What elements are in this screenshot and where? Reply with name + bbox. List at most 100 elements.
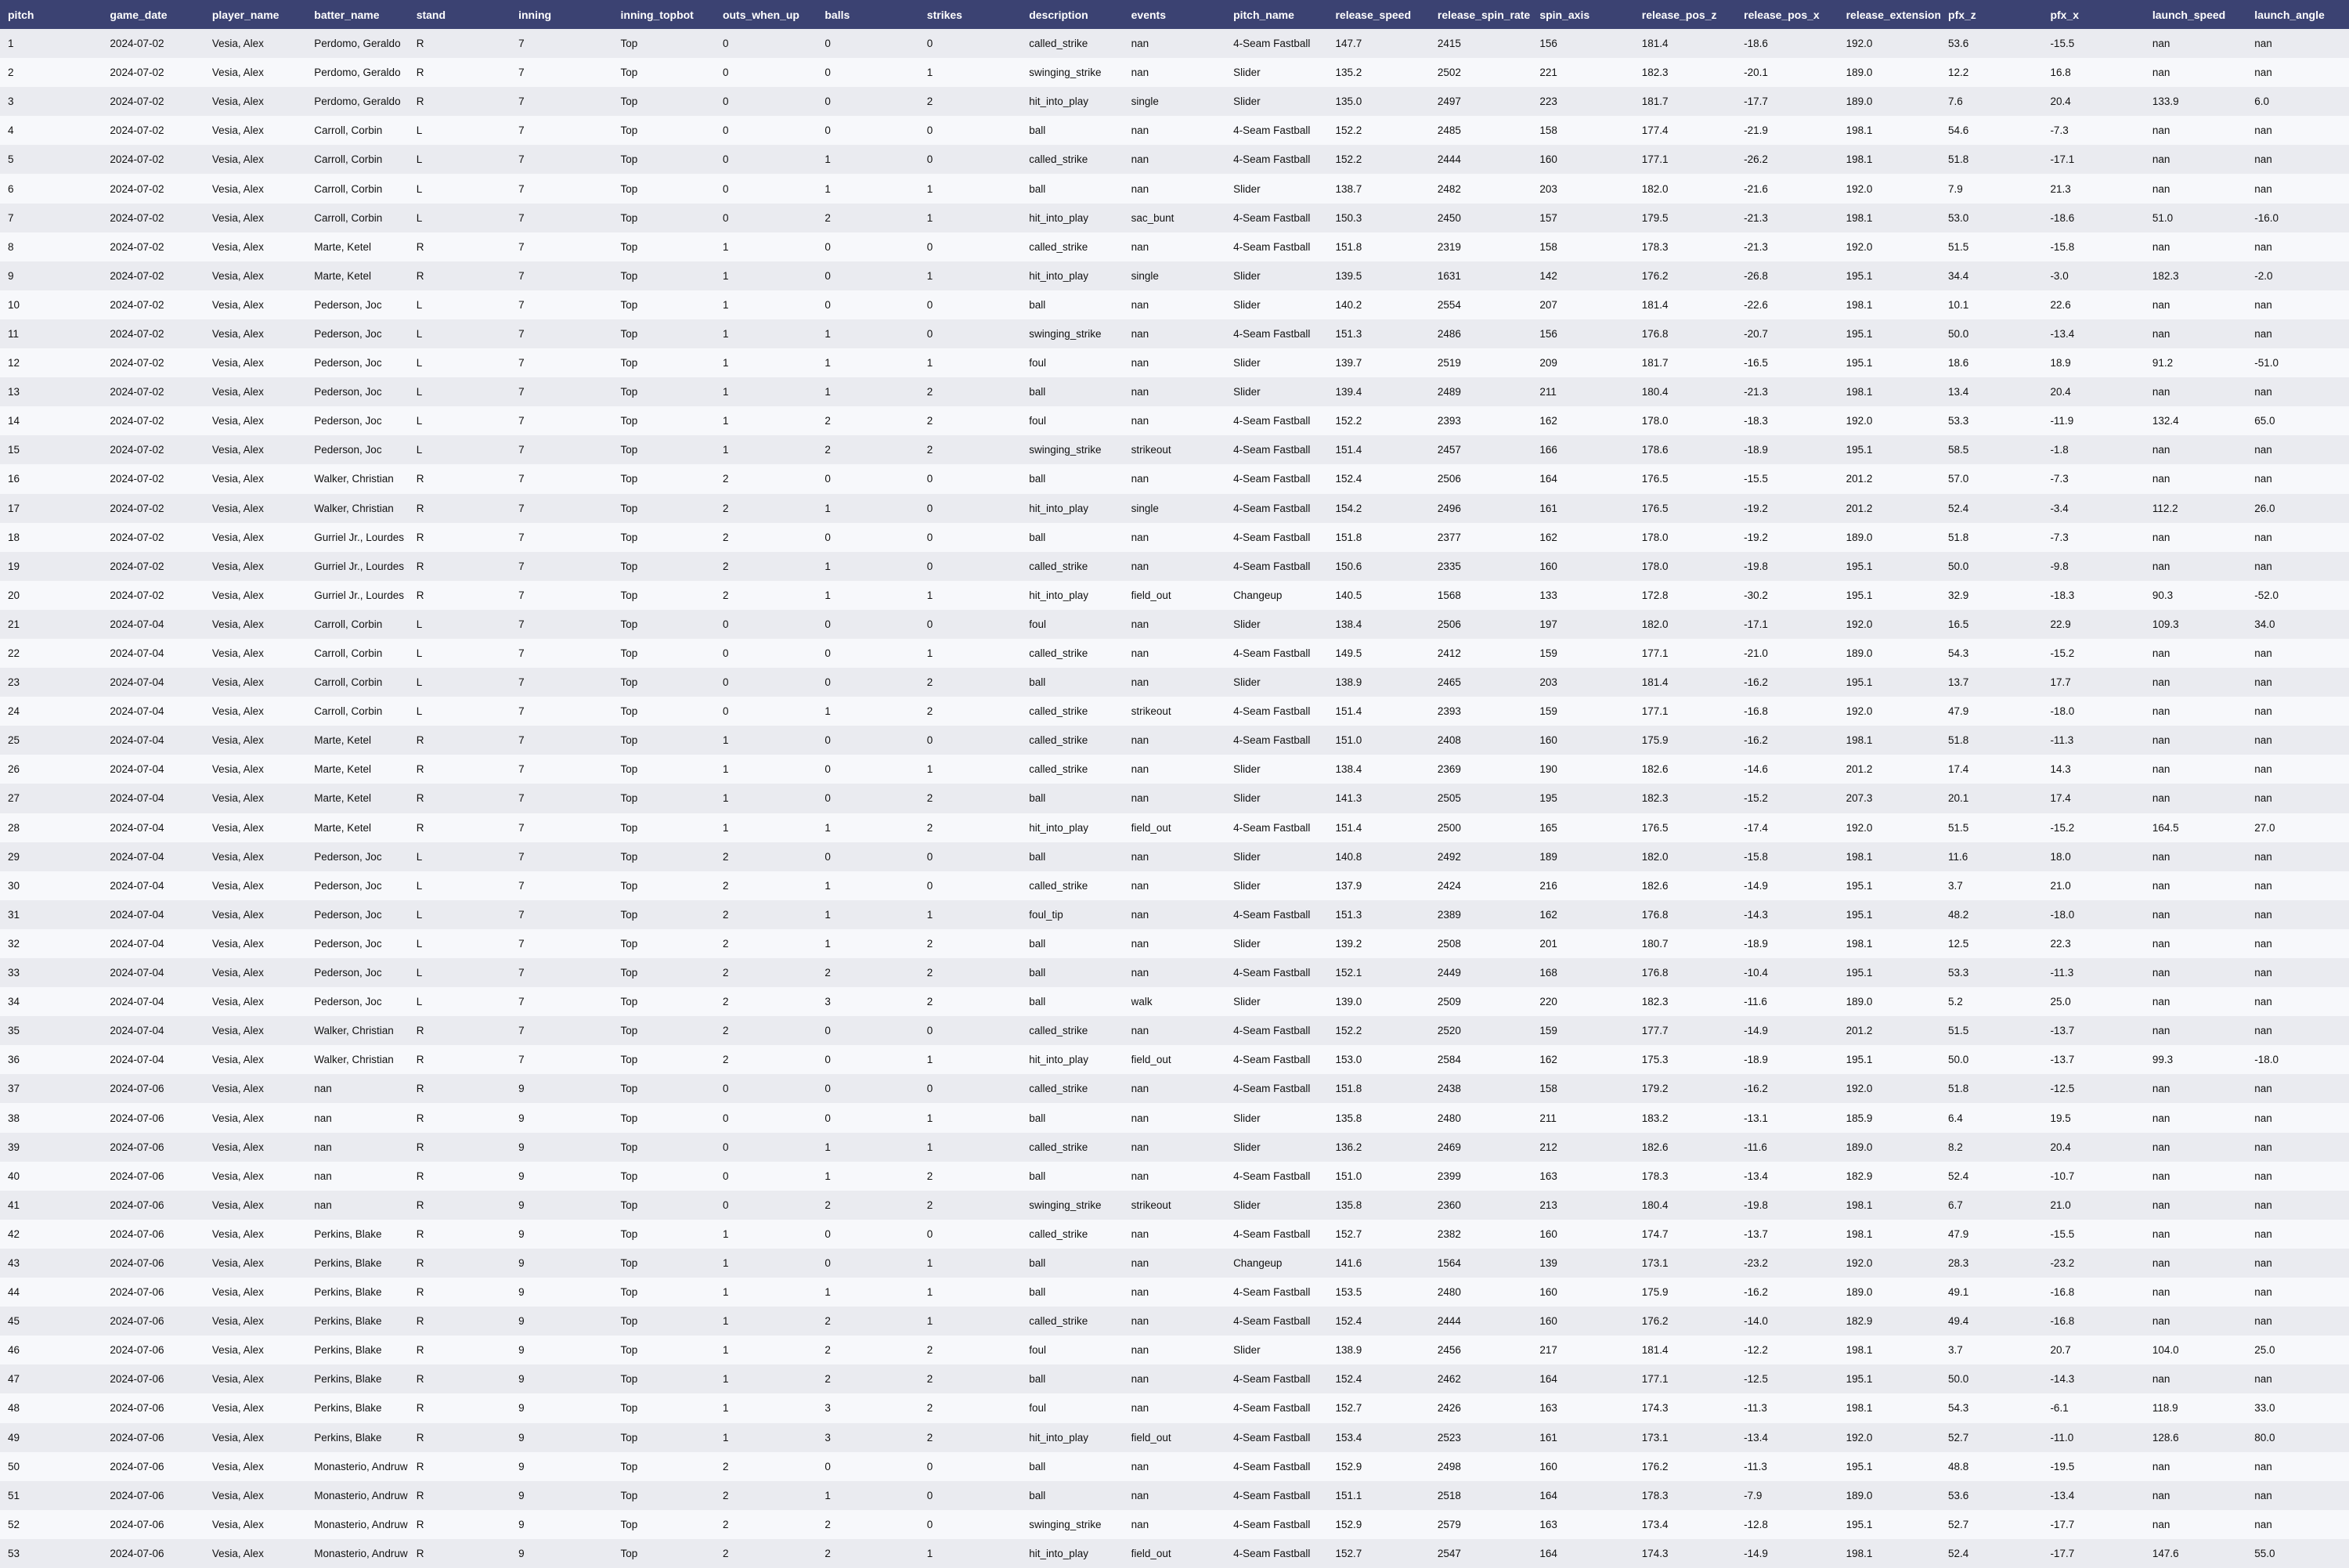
table-row: 50 2024-07-06 Vesia, Alex Monasterio, Andru… bbox=[0, 1451, 2349, 1481]
table-cell-release-pos-z: 177.1 bbox=[1633, 145, 1737, 175]
column-header-release-spin-rate[interactable]: release_spin_rate bbox=[1429, 0, 1532, 29]
table-cell-stand: R bbox=[408, 1480, 511, 1510]
table-cell-release-spin-rate: 2393 bbox=[1429, 406, 1532, 436]
table-cell-outs-when-up: 1 bbox=[714, 1422, 817, 1452]
table-cell-description: called_strike bbox=[1021, 871, 1124, 900]
table-cell-release-spin-rate: 2450 bbox=[1429, 203, 1532, 232]
table-cell-batter-name: Perkins, Blake bbox=[306, 1219, 409, 1249]
table-cell-batter-name: Marte, Ketel bbox=[306, 261, 409, 290]
table-cell-release-pos-x: -16.2 bbox=[1736, 1278, 1838, 1307]
column-header-events[interactable]: events bbox=[1123, 0, 1226, 29]
table-cell-release-spin-rate: 2456 bbox=[1429, 1336, 1532, 1365]
column-header-spin-axis[interactable]: spin_axis bbox=[1532, 0, 1634, 29]
table-cell-release-speed: 152.4 bbox=[1327, 464, 1430, 494]
table-cell-events: nan bbox=[1123, 1509, 1226, 1539]
table-cell-pitch-name: 4-Seam Fastball bbox=[1225, 638, 1328, 669]
column-header-pitch[interactable]: pitch bbox=[0, 0, 103, 29]
table-cell-player-name: Vesia, Alex bbox=[204, 928, 307, 958]
table-cell-inning: 9 bbox=[511, 1278, 613, 1307]
table-cell-launch-speed: nan bbox=[2144, 1103, 2247, 1133]
table-cell-events: nan bbox=[1123, 174, 1226, 204]
column-header-player-name[interactable]: player_name bbox=[204, 0, 307, 29]
table-cell-pitch-name: 4-Seam Fastball bbox=[1225, 1480, 1328, 1510]
table-row: 6 2024-07-02 Vesia, Alex Carroll, Corbin L 7 T… bbox=[0, 174, 2349, 204]
table-cell-outs-when-up: 1 bbox=[714, 726, 817, 755]
table-cell-stand: L bbox=[408, 609, 511, 639]
table-cell-release-pos-x: -13.1 bbox=[1736, 1103, 1838, 1133]
table-cell-release-pos-x: -13.4 bbox=[1736, 1422, 1838, 1452]
column-header-release-pos-x[interactable]: release_pos_x bbox=[1736, 0, 1838, 29]
table-cell-release-extension: 189.0 bbox=[1838, 987, 1941, 1017]
table-cell-inning-topbot: Top bbox=[612, 1364, 715, 1394]
table-cell-inning: 7 bbox=[511, 697, 613, 726]
table-cell-pitch: 21 bbox=[0, 609, 103, 639]
table-cell-batter-name: nan bbox=[306, 1103, 409, 1133]
table-cell-release-extension: 198.1 bbox=[1838, 928, 1941, 958]
table-cell-launch-angle: -51.0 bbox=[2246, 348, 2349, 378]
table-cell-events: nan bbox=[1123, 29, 1226, 59]
table-cell-launch-angle: -16.0 bbox=[2246, 203, 2349, 232]
table-cell-release-pos-x: -21.6 bbox=[1736, 174, 1838, 204]
table-cell-events: nan bbox=[1123, 1219, 1226, 1249]
table-cell-release-extension: 192.0 bbox=[1838, 174, 1941, 204]
column-header-release-extension[interactable]: release_extension bbox=[1838, 0, 1941, 29]
table-cell-launch-angle: nan bbox=[2246, 174, 2349, 204]
table-cell-player-name: Vesia, Alex bbox=[204, 319, 307, 349]
column-header-launch-speed[interactable]: launch_speed bbox=[2144, 0, 2247, 29]
column-header-release-pos-z[interactable]: release_pos_z bbox=[1633, 0, 1737, 29]
table-cell-outs-when-up: 1 bbox=[714, 1248, 817, 1278]
table-cell-events: nan bbox=[1123, 406, 1226, 436]
column-header-game-date[interactable]: game_date bbox=[102, 0, 204, 29]
table-cell-pfx-x: 21.3 bbox=[2042, 174, 2145, 204]
table-cell-balls: 1 bbox=[817, 697, 919, 726]
table-row: 13 2024-07-02 Vesia, Alex Pederson, Joc L 7 To… bbox=[0, 377, 2349, 407]
column-header-pitch-name[interactable]: pitch_name bbox=[1225, 0, 1328, 29]
column-header-batter-name[interactable]: batter_name bbox=[306, 0, 409, 29]
column-header-outs-when-up[interactable]: outs_when_up bbox=[714, 0, 817, 29]
column-header-inning-topbot[interactable]: inning_topbot bbox=[612, 0, 715, 29]
table-cell-release-spin-rate: 2489 bbox=[1429, 377, 1532, 407]
column-header-description[interactable]: description bbox=[1021, 0, 1124, 29]
table-cell-stand: L bbox=[408, 203, 511, 232]
table-cell-events: nan bbox=[1123, 290, 1226, 319]
table-cell-release-speed: 135.8 bbox=[1327, 1103, 1430, 1133]
table-cell-batter-name: Pederson, Joc bbox=[306, 319, 409, 349]
table-cell-launch-angle: nan bbox=[2246, 116, 2349, 146]
table-cell-release-extension: 207.3 bbox=[1838, 784, 1941, 813]
table-cell-player-name: Vesia, Alex bbox=[204, 697, 307, 726]
table-cell-inning: 9 bbox=[511, 1161, 613, 1191]
table-cell-pfx-x: -3.4 bbox=[2042, 493, 2145, 523]
table-cell-release-pos-x: -22.6 bbox=[1736, 290, 1838, 319]
table-cell-player-name: Vesia, Alex bbox=[204, 1538, 307, 1568]
table-cell-description: swinging_strike bbox=[1021, 1509, 1124, 1539]
table-cell-release-extension: 198.1 bbox=[1838, 1219, 1941, 1249]
table-cell-events: nan bbox=[1123, 377, 1226, 407]
column-header-release-speed[interactable]: release_speed bbox=[1327, 0, 1430, 29]
table-cell-release-pos-z: 182.0 bbox=[1633, 609, 1737, 639]
table-cell-events: nan bbox=[1123, 522, 1226, 552]
table-cell-pfx-x: -13.7 bbox=[2042, 1045, 2145, 1075]
table-cell-batter-name: Walker, Christian bbox=[306, 464, 409, 494]
column-header-pfx-z[interactable]: pfx_z bbox=[1940, 0, 2043, 29]
table-cell-launch-speed: 91.2 bbox=[2144, 348, 2247, 378]
table-cell-game-date: 2024-07-06 bbox=[102, 1393, 204, 1423]
table-cell-events: single bbox=[1123, 87, 1226, 117]
table-cell-pfx-z: 28.3 bbox=[1940, 1248, 2043, 1278]
table-cell-stand: R bbox=[408, 1509, 511, 1539]
table-cell-balls: 0 bbox=[817, 1103, 919, 1133]
table-cell-release-pos-z: 182.3 bbox=[1633, 58, 1737, 88]
table-cell-pfx-z: 3.7 bbox=[1940, 1336, 2043, 1365]
table-row: 10 2024-07-02 Vesia, Alex Pederson, Joc L 7 To… bbox=[0, 290, 2349, 319]
column-header-balls[interactable]: balls bbox=[817, 0, 919, 29]
table-cell-release-spin-rate: 2523 bbox=[1429, 1422, 1532, 1452]
table-cell-strikes: 2 bbox=[918, 406, 1022, 436]
table-cell-events: nan bbox=[1123, 1074, 1226, 1104]
column-header-stand[interactable]: stand bbox=[408, 0, 511, 29]
table-cell-strikes: 2 bbox=[918, 1422, 1022, 1452]
column-header-launch-angle[interactable]: launch_angle bbox=[2246, 0, 2349, 29]
table-cell-spin-axis: 163 bbox=[1532, 1161, 1634, 1191]
column-header-strikes[interactable]: strikes bbox=[918, 0, 1022, 29]
table-cell-description: ball bbox=[1021, 1248, 1124, 1278]
column-header-pfx-x[interactable]: pfx_x bbox=[2042, 0, 2145, 29]
column-header-inning[interactable]: inning bbox=[511, 0, 613, 29]
